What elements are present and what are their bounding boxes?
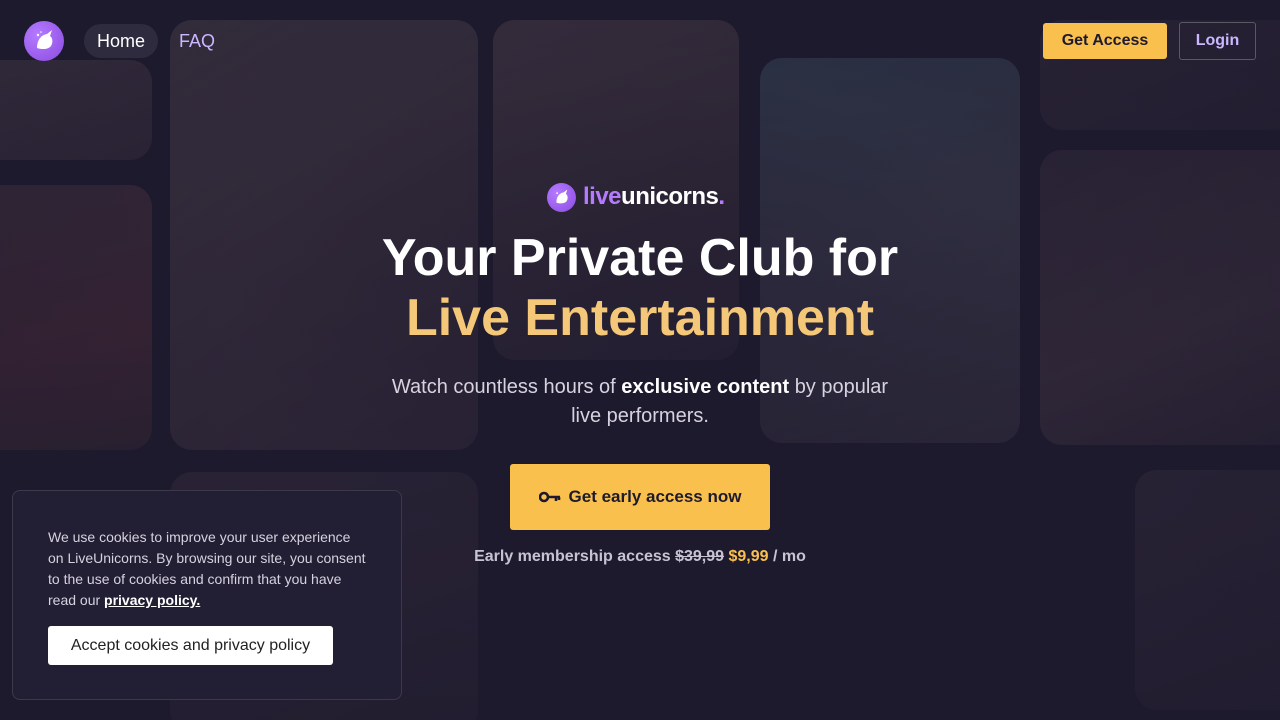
cookie-banner: We use cookies to improve your user expe… xyxy=(12,490,402,700)
main-nav: Home FAQ xyxy=(84,24,228,58)
accept-cookies-button[interactable]: Accept cookies and privacy policy xyxy=(48,626,333,665)
get-early-access-button[interactable]: Get early access now xyxy=(510,464,770,530)
unicorn-logo-icon xyxy=(547,182,576,212)
hero-subtitle: Watch countless hours of exclusive conte… xyxy=(391,376,889,427)
top-navigation: Home FAQ Get Access Login xyxy=(0,0,1280,82)
cookie-text: We use cookies to improve your user expe… xyxy=(48,529,366,608)
price-period: / mo xyxy=(773,548,806,565)
brand-wordmark: liveunicorns. xyxy=(583,183,725,210)
privacy-policy-link[interactable]: privacy policy. xyxy=(104,592,200,608)
login-button[interactable]: Login xyxy=(1179,22,1256,60)
nav-item-faq[interactable]: FAQ xyxy=(166,24,228,58)
key-icon xyxy=(538,491,560,503)
hero-headline: Your Private Club for Live Entertainment xyxy=(0,228,1280,348)
headline-line-2: Live Entertainment xyxy=(405,289,875,347)
headline-line-1: Your Private Club for xyxy=(381,229,899,287)
cta-label: Get early access now xyxy=(568,487,742,506)
new-price: $9,99 xyxy=(728,548,769,565)
unicorn-logo-icon[interactable] xyxy=(24,21,64,61)
get-access-button[interactable]: Get Access xyxy=(1043,23,1167,59)
subtitle-highlight: exclusive content xyxy=(621,376,790,398)
old-price: $39,99 xyxy=(675,548,725,565)
nav-item-home[interactable]: Home xyxy=(84,24,159,58)
brand-logo: liveunicorns. xyxy=(547,182,725,212)
